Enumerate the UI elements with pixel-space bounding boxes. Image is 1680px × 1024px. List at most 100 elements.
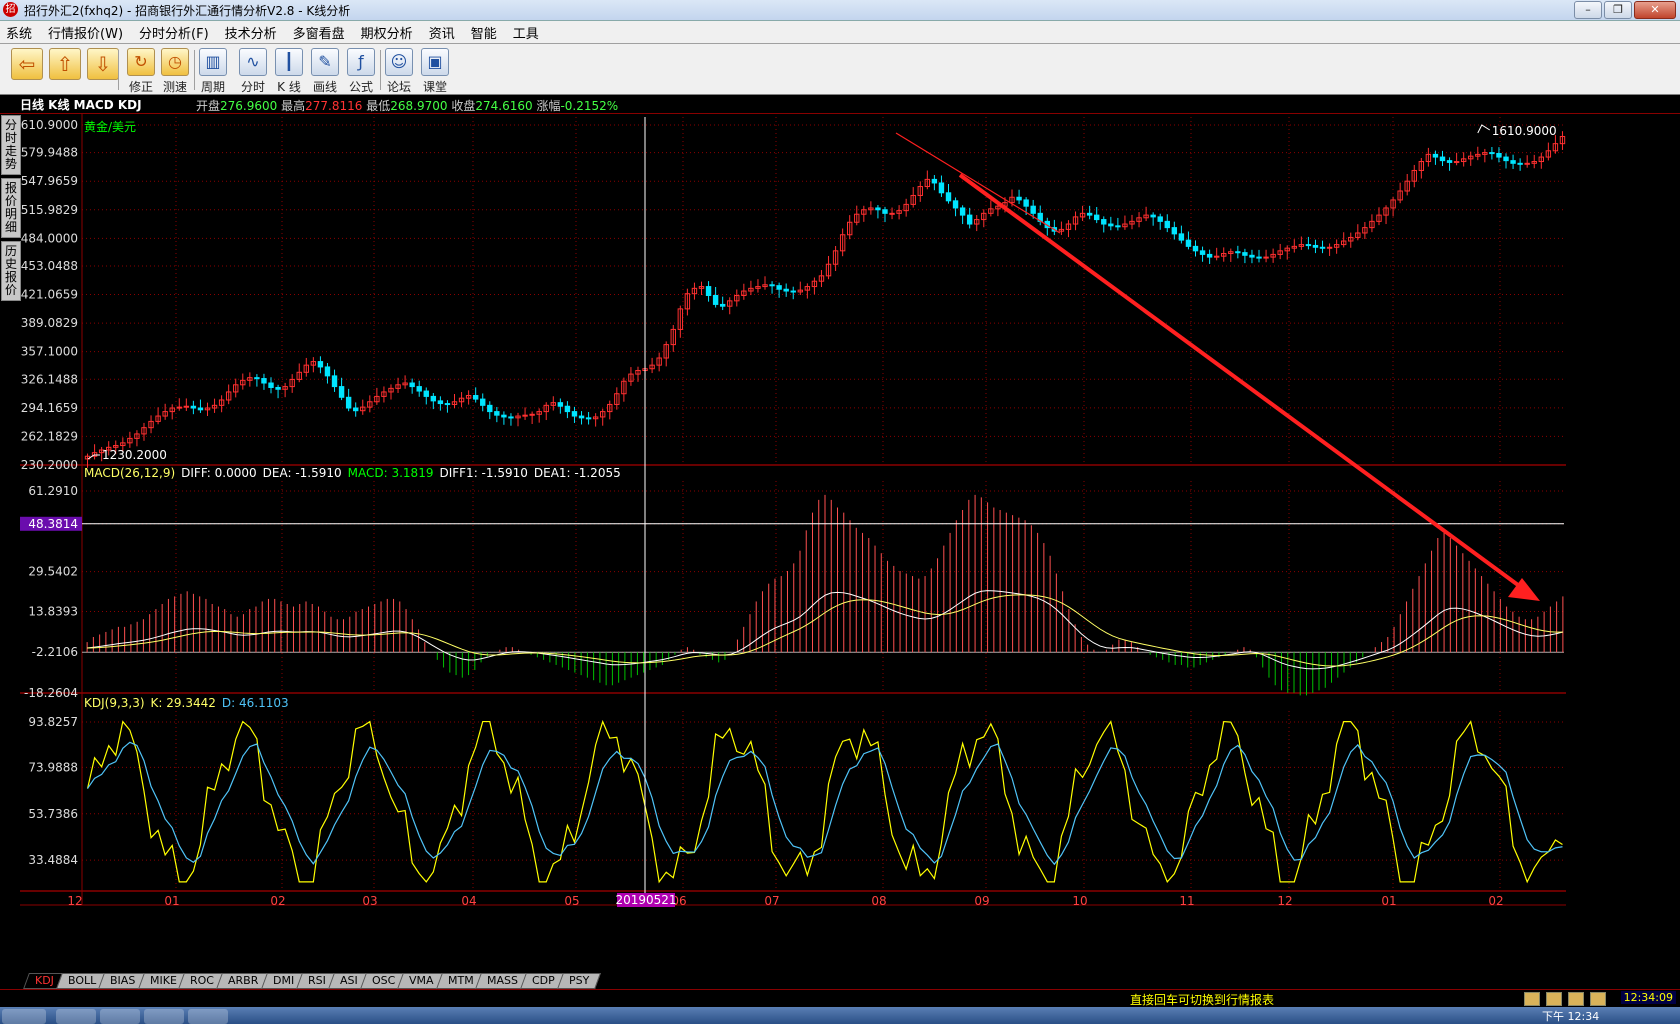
taskbar-app-zhaohang[interactable] [188,1009,228,1024]
kdj-tick-label: 93.8257 [28,715,78,729]
monitor-icon[interactable] [1524,992,1540,1006]
toolbar-button-label: K 线 [277,80,301,94]
up-arrow-button[interactable]: ⇧ [48,48,82,92]
up-arrow-icon: ⇧ [49,48,81,80]
side-tabs: 分时走势报价明细历史报价 [0,114,21,994]
speed-test-button[interactable]: ◷ 测速 [158,48,192,94]
close-icon[interactable]: ✕ [1634,1,1676,19]
candle-body [945,192,952,202]
menu-item-5[interactable]: 期权分析 [355,21,423,43]
period-label[interactable]: 日线 K线 MACD KDJ [20,96,142,113]
classroom-button[interactable]: ▣ 课堂 [418,48,452,94]
candle-body [966,214,973,225]
price-tick-label: 1294.1659 [20,401,78,415]
candle-body [190,405,197,409]
menu-item-4[interactable]: 多窗看盘 [287,21,355,43]
candle-body [769,284,775,287]
toolbar-button-label: 修正 [128,80,153,94]
candle-body [705,286,712,296]
candle-body [254,377,260,380]
indicator-tab-psy[interactable]: PSY [557,973,602,989]
candle-body [875,207,881,211]
candle-body [1256,256,1262,259]
formula-icon: ƒ [347,48,375,76]
candle-body [345,396,352,409]
side-tab-0[interactable]: 分时走势 [1,115,21,175]
kdj-d-line [87,741,1563,866]
indicator-tab-label: CDP [532,974,555,987]
forum-button[interactable]: ☺ 论坛 [382,48,416,94]
x-tick-label: 04 [461,894,476,908]
taskbar-app-browser[interactable] [56,1009,96,1024]
indicator-tabs: KDJ BOLL BIAS MIKE ROC ARBR DMI RSI ASI OSC VMA MTM… [23,973,602,989]
candle-body [1213,255,1220,258]
correct-button[interactable]: ↻ 修正 [124,48,158,94]
status-clock: 12:34:09 [1620,991,1676,1004]
macd-header-item: MACD(26,12,9) [84,466,175,480]
candle-body [959,207,966,216]
kdj-tick-label: 73.9888 [28,760,78,774]
start-button[interactable] [2,1009,46,1024]
candle-body [1115,225,1121,228]
indicator-tab-label: OSC [371,974,395,987]
price-tick-label: 1389.0829 [20,316,78,330]
quote-info-bar: 日线 K线 MACD KDJ 开盘276.9600 最高277.8116 最低2… [0,95,1680,114]
kline-chart[interactable]: 1610.9000 1579.9488 1547.9659 1515.9829 1484… [20,113,1566,973]
notes-icon[interactable] [1568,992,1584,1006]
macd-tick-label: -18.2604 [24,686,78,700]
macd-header-item: DIFF: 0.0000 [181,466,257,480]
candle-body [1524,162,1530,165]
candle-body [1185,239,1192,247]
candle-body [952,200,959,209]
message-icon[interactable] [1590,992,1606,1006]
candle-body [776,285,782,290]
menu-item-6[interactable]: 资讯 [423,21,465,43]
menu-item-7[interactable]: 智能 [465,21,507,43]
minimize-icon[interactable]: – [1574,1,1602,19]
menu-item-2[interactable]: 分时分析(F) [133,21,219,43]
indicator-tab-label: RSI [308,974,326,987]
title-bar: 招 招行外汇2(fxhq2) - 招商银行外汇通行情分析V2.8 - K线分析 … [0,0,1680,21]
low-value: 268.9700 [390,99,448,113]
taskbar-app-media[interactable] [144,1009,184,1024]
intraday-button[interactable]: ∿ 分时 [236,48,270,94]
menu-item-0[interactable]: 系统 [0,21,42,43]
left-arrow-button[interactable]: ⇦ [10,48,44,92]
candle-body [508,416,514,419]
classroom-icon: ▣ [421,48,449,76]
maximize-icon[interactable]: ❐ [1604,1,1632,19]
period-button[interactable]: ▥ 周期 [196,48,230,94]
price-tick-label: 1230.2000 [20,458,78,472]
settings-icon[interactable] [1546,992,1562,1006]
candle-body [1439,156,1446,162]
x-tick-label: 10 [1072,894,1087,908]
draw-line-button[interactable]: ✎ 画线 [308,48,342,94]
side-tab-1[interactable]: 报价明细 [1,178,21,238]
low-label: 最低 [366,99,391,113]
kdj-header-item: D: 46.1103 [222,696,289,710]
taskbar-app-explorer[interactable] [100,1009,140,1024]
kdj-header-item: K: 29.3442 [151,696,216,710]
candle-body [1199,250,1206,255]
candle-body [1094,214,1100,221]
menu-item-8[interactable]: 工具 [507,21,549,43]
x-tick-label: 08 [871,894,886,908]
indicator-tab-label: PSY [569,974,590,987]
toolbar-button-label: 公式 [348,80,373,94]
candle-body [938,182,945,194]
candle-body [444,403,451,406]
window-title: 招行外汇2(fxhq2) - 招商银行外汇通行情分析V2.8 - K线分析 [24,4,351,18]
kline-button[interactable]: ┃ K 线 [272,48,306,94]
candle-body [1150,214,1156,218]
menu-item-3[interactable]: 技术分析 [219,21,287,43]
candle-body [712,294,719,305]
candle-body [430,395,437,402]
side-tab-2[interactable]: 历史报价 [1,241,21,301]
candle-body [501,414,507,418]
down-arrow-button[interactable]: ⇩ [86,48,120,92]
candle-body [1164,220,1170,229]
candle-body [353,407,359,412]
candle-body [1171,227,1178,235]
menu-item-1[interactable]: 行情报价(W) [42,21,133,43]
formula-button[interactable]: ƒ 公式 [344,48,378,94]
